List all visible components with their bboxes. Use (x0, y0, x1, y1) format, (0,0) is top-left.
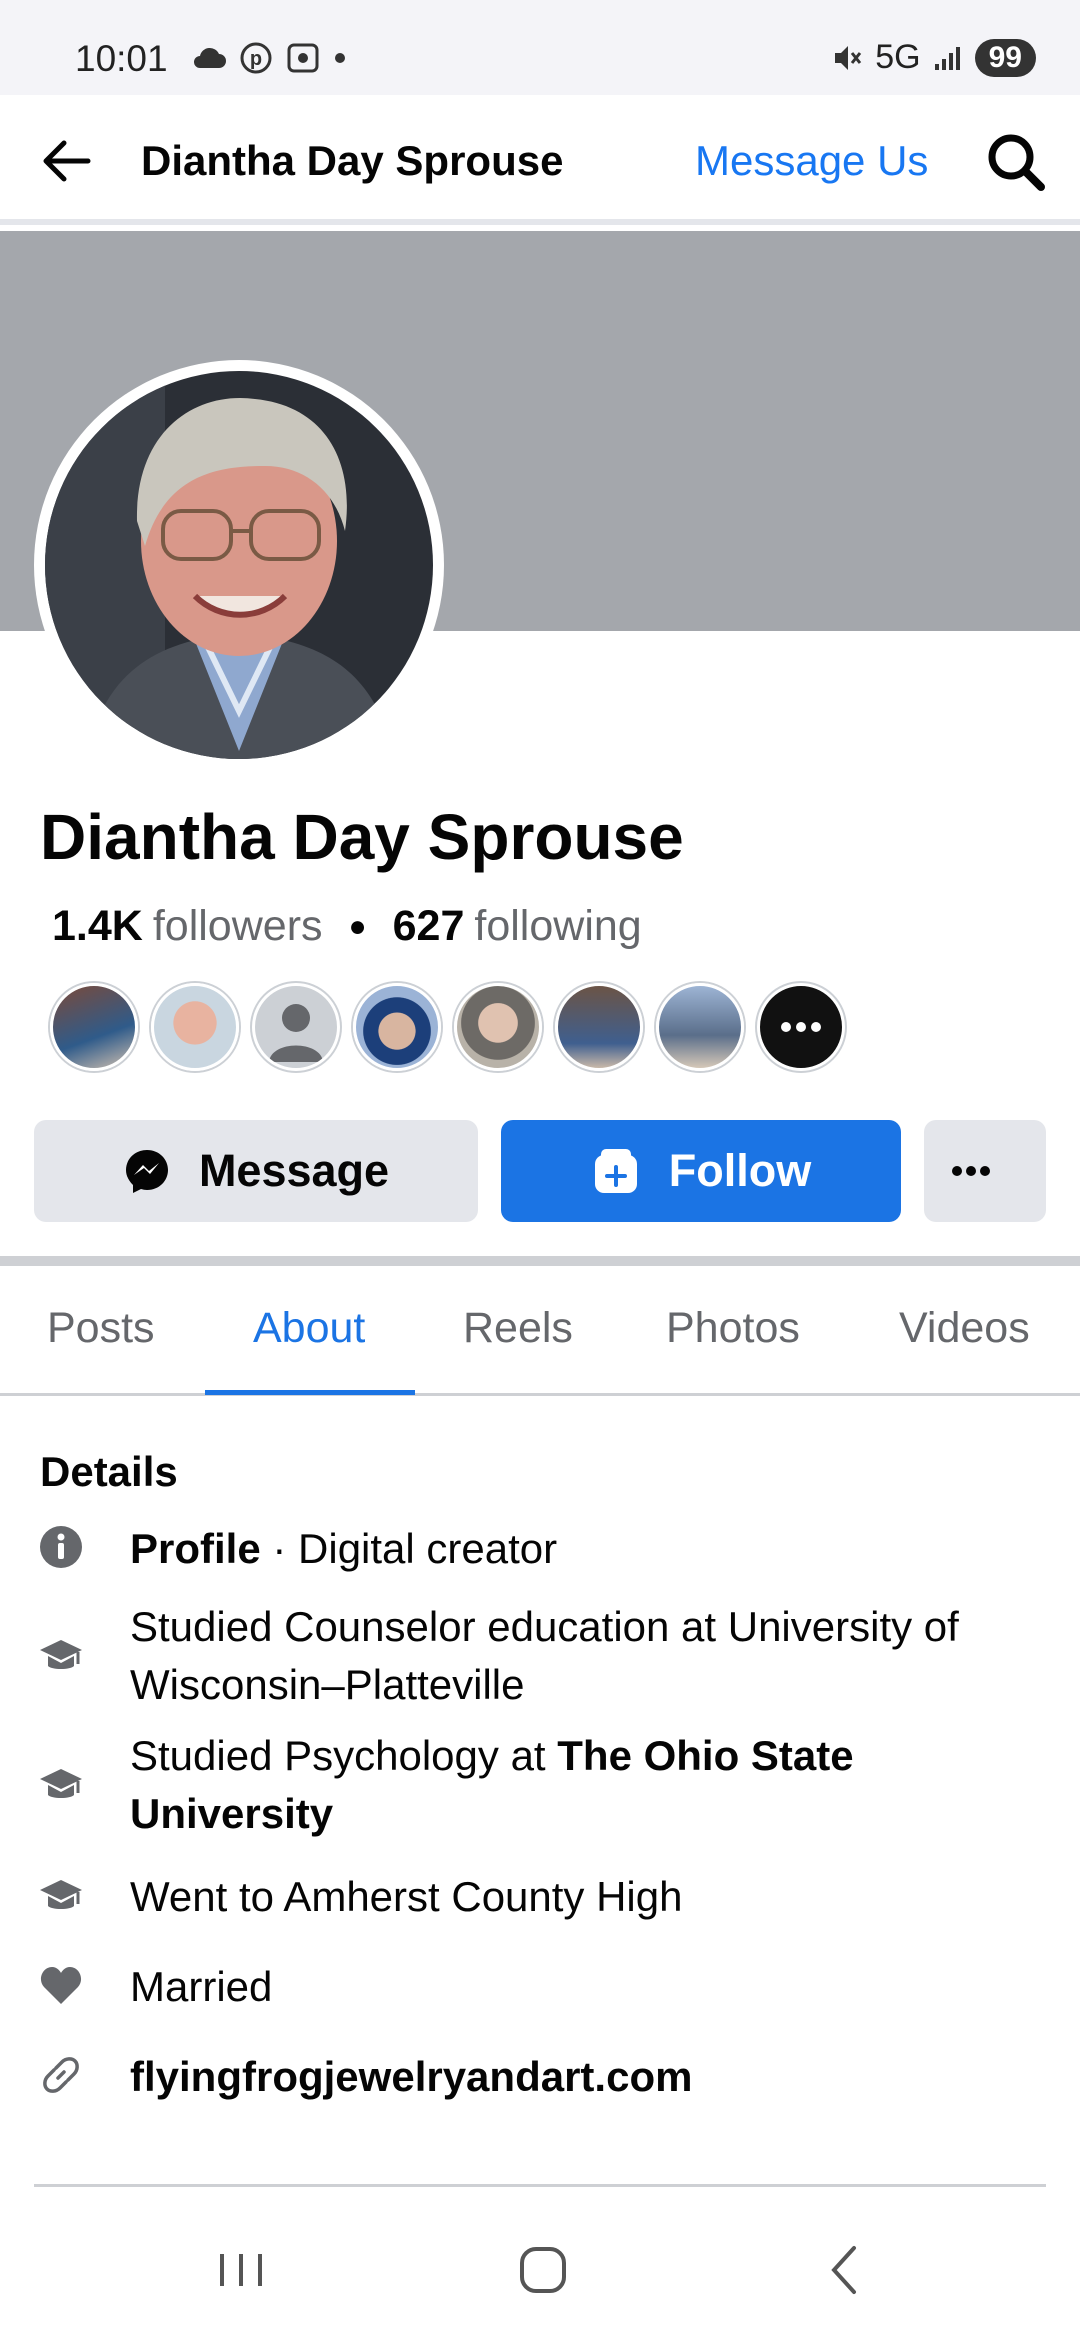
profile-type: · Digital creator (260, 1525, 558, 1572)
mute-icon (835, 45, 862, 70)
arrow-left-icon[interactable] (36, 131, 96, 191)
tab-photos[interactable]: Photos (666, 1304, 800, 1353)
system-icons: 5G 99 (831, 38, 1036, 77)
pinterest-icon: p (240, 42, 272, 74)
detail-education-text: Studied Counselor education at Universit… (130, 1603, 959, 1708)
section-divider (0, 1256, 1080, 1266)
message-button[interactable]: Message (34, 1120, 478, 1222)
website-link[interactable]: flyingfrogjewelryandart.com (130, 2048, 1050, 2106)
more-options-button[interactable] (924, 1120, 1046, 1222)
message-us-link[interactable]: Message Us (695, 137, 928, 185)
follower-avatar[interactable] (252, 983, 340, 1071)
graduation-cap-icon (40, 1880, 82, 1909)
profile-portrait (45, 371, 433, 759)
following-count[interactable]: 627 (393, 902, 465, 951)
status-bar: 10:01 p 5G 99 (0, 0, 1080, 95)
following-label[interactable]: following (474, 902, 641, 951)
profile-label: Profile (130, 1525, 261, 1572)
message-button-label: Message (198, 1145, 390, 1196)
home-icon[interactable] (508, 2240, 578, 2300)
svg-text:p: p (250, 48, 262, 70)
profile-name: Diantha Day Sprouse (40, 801, 684, 873)
ellipsis-icon (952, 1166, 990, 1176)
separator-dot: ● (348, 909, 367, 943)
details-heading: Details (40, 1448, 178, 1495)
profile-tabs: Posts About Reels Photos Videos (0, 1266, 1080, 1396)
recent-apps-icon[interactable] (206, 2240, 276, 2300)
follow-button[interactable]: Follow (501, 1120, 901, 1222)
link-icon (43, 2057, 79, 2093)
tab-videos[interactable]: Videos (899, 1304, 1030, 1353)
active-tab-indicator (205, 1390, 415, 1395)
avatar[interactable] (34, 360, 444, 770)
system-nav-bar (0, 2190, 1080, 2340)
detail-relationship-text: Married (130, 1963, 273, 2010)
screenshot-icon (287, 43, 319, 73)
followers-count[interactable]: 1.4K (52, 902, 143, 951)
follower-avatar[interactable] (50, 983, 138, 1071)
notification-icons: p (192, 42, 346, 74)
dot-icon (335, 53, 345, 63)
follower-avatar[interactable] (353, 983, 441, 1071)
follow-button-label: Follow (668, 1145, 812, 1196)
more-followers-button[interactable] (757, 983, 845, 1071)
profile-photo (45, 371, 433, 759)
tab-posts[interactable]: Posts (47, 1304, 155, 1353)
app-header: Diantha Day Sprouse Message Us (0, 95, 1080, 225)
follow-icon (594, 1149, 637, 1193)
section-divider (34, 2184, 1046, 2187)
signal-icon (934, 46, 960, 70)
detail-education-text: Studied Psychology at The Ohio State Uni… (130, 1727, 1050, 1843)
page-title: Diantha Day Sprouse (141, 137, 564, 184)
follower-avatar[interactable] (656, 983, 744, 1071)
follower-avatar[interactable] (454, 983, 542, 1071)
detail-highschool-text: Went to Amherst County High (130, 1873, 683, 1920)
tab-reels[interactable]: Reels (463, 1304, 573, 1353)
follower-avatar[interactable] (151, 983, 239, 1071)
search-icon[interactable] (985, 131, 1047, 193)
followers-label[interactable]: followers (153, 902, 323, 951)
status-time: 10:01 (75, 38, 168, 79)
graduation-cap-icon (40, 1640, 82, 1669)
more-icon (781, 1022, 821, 1032)
back-nav-icon[interactable] (810, 2240, 880, 2300)
cloud-icon (194, 47, 226, 68)
detail-profile-text: Profile · Digital creator (130, 1520, 1050, 1578)
info-icon (40, 1526, 82, 1568)
heart-icon (40, 1967, 82, 2004)
tab-about[interactable]: About (253, 1304, 365, 1353)
battery-indicator: 99 (974, 38, 1036, 77)
graduation-cap-icon (40, 1769, 82, 1798)
default-avatar-icon (269, 1004, 323, 1062)
follower-avatar[interactable] (555, 983, 643, 1071)
follow-stats: 1.4K followers ● 627 following (52, 902, 642, 951)
education-prefix: Studied Psychology at (130, 1732, 558, 1779)
messenger-icon (125, 1150, 168, 1193)
network-type: 5G (875, 38, 921, 76)
follower-avatars (50, 983, 845, 1071)
